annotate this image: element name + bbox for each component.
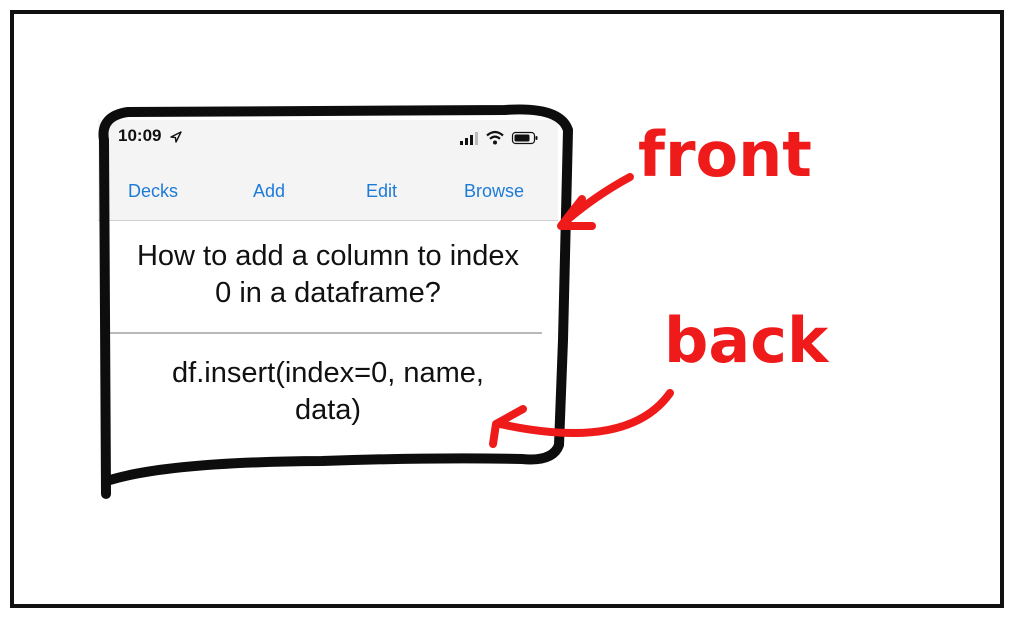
status-bar: 10:09 — [98, 120, 558, 162]
card-divider — [110, 332, 542, 334]
status-time: 10:09 — [118, 126, 162, 145]
nav-add-button[interactable]: Add — [253, 181, 285, 202]
location-arrow-icon — [170, 131, 182, 143]
card-back: df.insert(index=0, name, data) — [108, 355, 548, 429]
status-icons — [460, 130, 538, 145]
card-front-line-1: How to add a column to index — [136, 240, 520, 272]
nav-edit-button[interactable]: Edit — [366, 181, 397, 202]
navbar: Decks Add Edit Browse — [98, 162, 558, 221]
card-front-line-2: 0 in a dataframe? — [215, 277, 441, 309]
front-annotation-label: front — [638, 118, 812, 191]
signal-bars-icon — [460, 132, 478, 145]
card-back-line-2: data) — [294, 394, 362, 426]
card-back-line-1: df.insert(index=0, name, — [172, 357, 484, 389]
phone-screenshot: 10:09 Decks Add Edit Browse How to add a… — [98, 120, 558, 478]
battery-icon — [511, 131, 538, 145]
nav-decks-button[interactable]: Decks — [128, 181, 178, 202]
nav-browse-button[interactable]: Browse — [464, 181, 524, 202]
card-front: How to add a column to index 0 in a data… — [108, 238, 548, 312]
canvas: 10:09 Decks Add Edit Browse How to add a… — [0, 0, 1016, 618]
wifi-icon — [486, 130, 504, 145]
back-annotation-label: back — [664, 304, 829, 377]
